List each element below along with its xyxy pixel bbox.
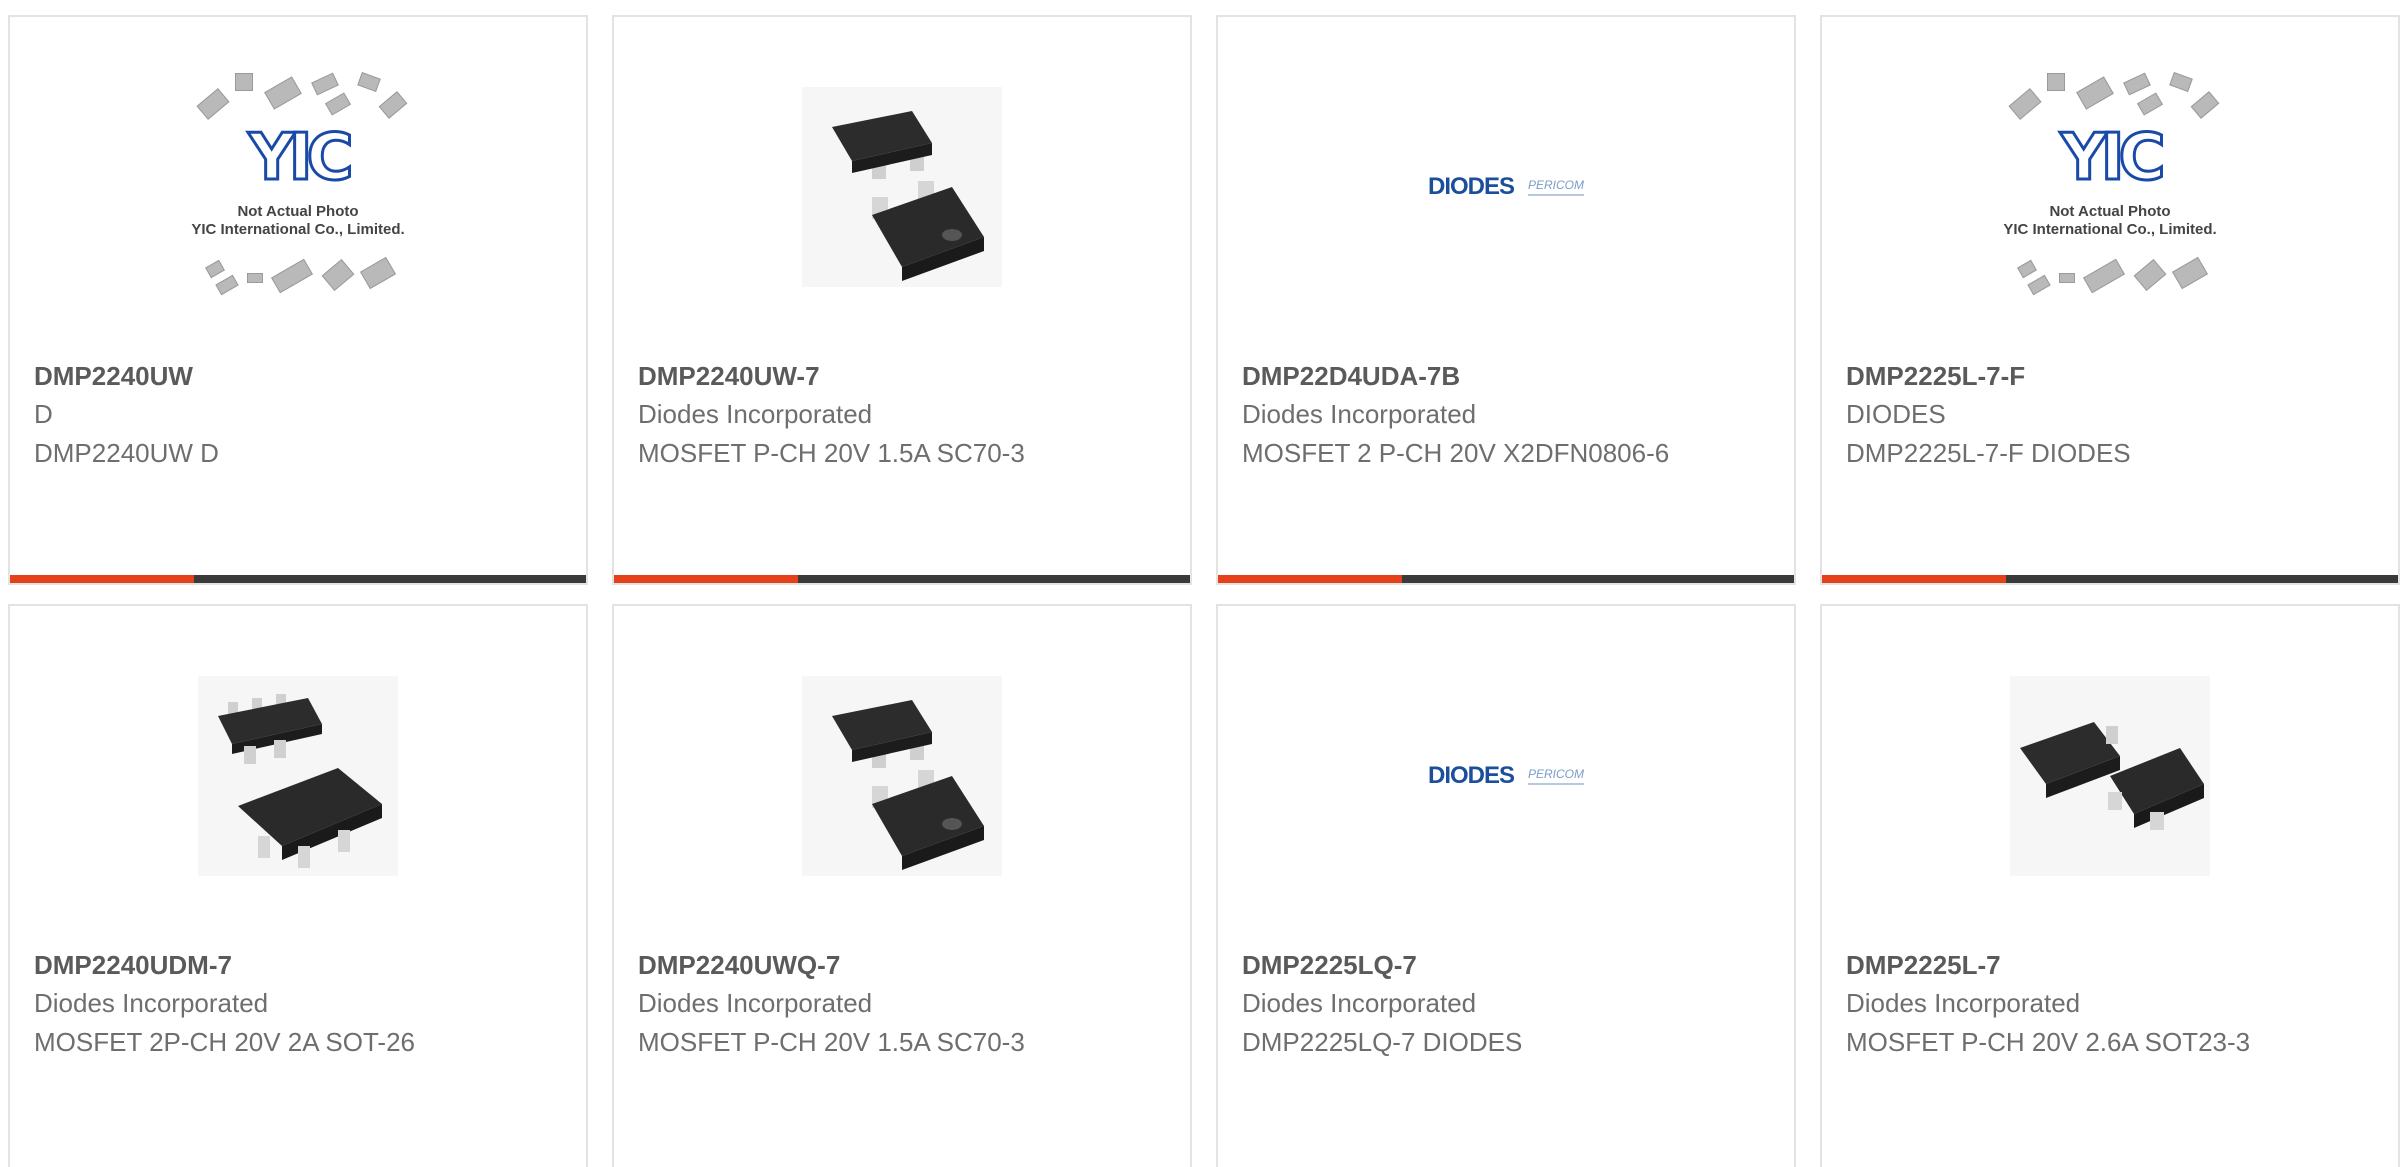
description: DMP2225L-7-F DIODES — [1846, 438, 2131, 468]
manufacturer: Diodes Incorporated — [1846, 988, 2081, 1018]
card-bar — [1218, 575, 1794, 583]
product-card[interactable]: DMP2240UDM-7 Diodes Incorporated MOSFET … — [8, 604, 588, 1167]
not-actual-photo-placeholder: YIC Not Actual Photo YIC International C… — [1975, 67, 2245, 307]
product-card[interactable]: DMP2225L-7 Diodes Incorporated MOSFET P-… — [1820, 604, 2400, 1167]
manufacturer: D — [34, 399, 53, 429]
manufacturer: Diodes Incorporated — [34, 988, 269, 1018]
description: MOSFET P-CH 20V 1.5A SC70-3 — [638, 438, 1025, 468]
part-number[interactable]: DMP2225L-7-F — [1846, 361, 2025, 392]
product-image[interactable] — [10, 666, 586, 886]
manufacturer: Diodes Incorporated — [1242, 399, 1477, 429]
part-number[interactable]: DMP2240UW-7 — [638, 361, 820, 392]
part-number[interactable]: DMP2240UW — [34, 361, 193, 392]
description: MOSFET P-CH 20V 1.5A SC70-3 — [638, 1027, 1025, 1057]
product-card[interactable]: YIC Not Actual Photo YIC International C… — [8, 15, 588, 585]
product-image[interactable] — [614, 666, 1190, 886]
placeholder-caption: Not Actual Photo YIC International Co., … — [191, 203, 405, 238]
card-bar — [10, 575, 586, 583]
product-image[interactable]: DIODES PERICOM — [1218, 666, 1794, 886]
sc70-package-icon — [802, 676, 1002, 876]
description: MOSFET 2P-CH 20V 2A SOT-26 — [34, 1027, 415, 1057]
part-number[interactable]: DMP2240UWQ-7 — [638, 950, 840, 981]
part-number[interactable]: DMP2240UDM-7 — [34, 950, 232, 981]
product-image[interactable]: DIODES PERICOM — [1218, 77, 1794, 297]
product-card[interactable]: DMP2240UW-7 Diodes Incorporated MOSFET P… — [612, 15, 1192, 585]
not-actual-photo-placeholder: YIC Not Actual Photo YIC International C… — [163, 67, 433, 307]
sot26-package-icon — [198, 676, 398, 876]
manufacturer: Diodes Incorporated — [1242, 988, 1477, 1018]
manufacturer: DIODES — [1846, 399, 1946, 429]
description: MOSFET 2 P-CH 20V X2DFN0806-6 — [1242, 438, 1670, 468]
diodes-logo-icon: DIODES PERICOM — [1427, 762, 1585, 789]
product-card[interactable]: YIC Not Actual Photo YIC International C… — [1820, 15, 2400, 585]
product-image[interactable]: YIC Not Actual Photo YIC International C… — [10, 72, 586, 297]
part-number[interactable]: DMP2225L-7 — [1846, 950, 2001, 981]
yic-logo: YIC — [247, 121, 355, 195]
placeholder-caption: Not Actual Photo YIC International Co., … — [2003, 203, 2217, 238]
product-card[interactable]: DIODES PERICOM DMP2225LQ-7 Diodes Incorp… — [1216, 604, 1796, 1167]
manufacturer: Diodes Incorporated — [638, 399, 873, 429]
product-image[interactable] — [1822, 666, 2398, 886]
description: DMP2225LQ-7 DIODES — [1242, 1027, 1523, 1057]
part-number[interactable]: DMP22D4UDA-7B — [1242, 361, 1460, 392]
product-image[interactable] — [614, 77, 1190, 297]
sot23-package-icon — [2010, 676, 2210, 876]
product-image[interactable]: YIC Not Actual Photo YIC International C… — [1822, 72, 2398, 297]
product-card[interactable]: DMP2240UWQ-7 Diodes Incorporated MOSFET … — [612, 604, 1192, 1167]
card-bar — [614, 575, 1190, 583]
sc70-package-icon — [802, 87, 1002, 287]
diodes-logo-icon: DIODES PERICOM — [1427, 173, 1585, 200]
card-bar — [1822, 575, 2398, 583]
product-card[interactable]: DIODES PERICOM DMP22D4UDA-7B Diodes Inco… — [1216, 15, 1796, 585]
manufacturer: Diodes Incorporated — [638, 988, 873, 1018]
description: DMP2240UW D — [34, 438, 219, 468]
part-number[interactable]: DMP2225LQ-7 — [1242, 950, 1417, 981]
yic-logo: YIC — [2059, 121, 2167, 195]
description: MOSFET P-CH 20V 2.6A SOT23-3 — [1846, 1027, 2251, 1057]
